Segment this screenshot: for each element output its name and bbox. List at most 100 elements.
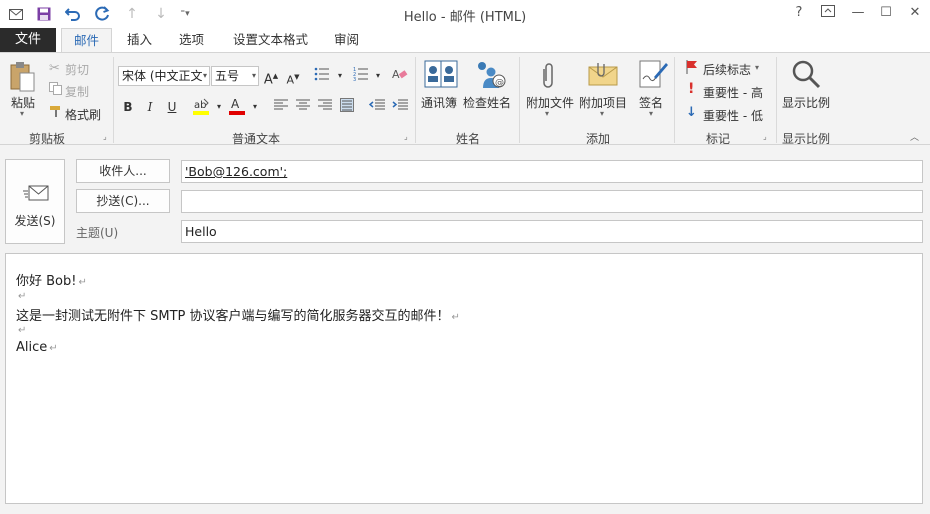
paste-dropdown-icon[interactable]: ▾ [20, 109, 24, 118]
svg-text:ab: ab [194, 100, 206, 111]
paste-icon[interactable] [9, 61, 37, 96]
low-importance-button[interactable]: 重要性 - 低 [703, 107, 763, 124]
signature-icon [638, 59, 668, 92]
chevron-down-icon[interactable]: ▾ [545, 109, 549, 118]
chevron-down-icon[interactable]: ▾ [755, 63, 759, 72]
grow-font-icon[interactable]: A▲ [262, 67, 280, 87]
address-book-button[interactable]: 通讯簿 [421, 94, 457, 111]
close-button[interactable]: ✕ [905, 5, 925, 23]
separator [113, 57, 114, 143]
paragraph-mark: ↵ [49, 343, 58, 354]
to-field[interactable]: 'Bob@126.com'; [181, 160, 923, 183]
tab-options[interactable]: 选项 [173, 28, 210, 52]
help-button[interactable]: ? [789, 5, 809, 23]
cc-button[interactable]: 抄送(C)... [76, 189, 170, 213]
attach-file-button[interactable]: 附加文件 [526, 94, 574, 111]
paragraph-mark: ↵ [78, 277, 87, 288]
svg-text:3: 3 [353, 77, 356, 81]
title-bar: ↑ ↓ ⁼▾ Hello - 邮件 (HTML) ? — ☐ ✕ [0, 0, 930, 28]
group-label-zoom: 显示比例 [781, 132, 830, 146]
subject-label: 主题(U) [76, 226, 119, 240]
decrease-indent-icon[interactable] [368, 98, 386, 116]
increase-indent-icon[interactable] [391, 98, 409, 116]
low-importance-icon: ↓ [686, 105, 697, 120]
numbering-icon[interactable]: 123 [352, 67, 370, 85]
svg-text:A: A [231, 97, 240, 111]
align-right-icon[interactable] [316, 98, 334, 116]
paperclip-icon [540, 61, 556, 94]
chevron-down-icon[interactable]: ▾ [210, 98, 228, 116]
body-line: ↵ [16, 288, 26, 303]
format-painter-button[interactable]: 格式刷 [65, 106, 101, 123]
font-name-value: 宋体 (中文正文 [122, 69, 203, 83]
check-names-icon: @ [473, 59, 507, 92]
ribbon-tabs: 文件 邮件 插入 选项 设置文本格式 审阅 [0, 28, 930, 53]
paragraph-mark: ↵ [451, 312, 460, 323]
copy-icon [49, 82, 62, 98]
message-body[interactable]: 你好 Bob! ↵ ↵ 这是一封测试无附件下 SMTP 协议客户端与编写的简化服务… [5, 253, 923, 504]
group-label-include: 添加 [585, 132, 610, 146]
tab-format-text[interactable]: 设置文本格式 [227, 28, 314, 52]
check-names-button[interactable]: 检查姓名 [463, 94, 511, 111]
tab-file[interactable]: 文件 [0, 28, 56, 52]
body-line: Alice ↵ [16, 340, 58, 355]
chevron-down-icon[interactable]: ▾ [600, 109, 604, 118]
shrink-font-icon[interactable]: A▼ [284, 68, 302, 87]
font-size-value: 五号 [215, 69, 240, 83]
underline-button[interactable]: U [163, 98, 181, 116]
body-line: 你好 Bob! ↵ [16, 270, 87, 289]
align-center-icon[interactable] [294, 98, 312, 116]
send-label: 发送(S) [14, 214, 56, 228]
bold-button[interactable]: B [119, 98, 137, 116]
magnifier-icon [791, 59, 821, 92]
basic-text-launcher-icon[interactable]: ⌟ [404, 133, 412, 141]
high-importance-icon: ! [688, 81, 695, 97]
zoom-button[interactable]: 显示比例 [782, 94, 830, 111]
italic-button[interactable]: I [141, 98, 159, 116]
maximize-button[interactable]: ☐ [876, 5, 896, 23]
body-line: ↵ [16, 322, 26, 337]
minimize-button[interactable]: — [848, 5, 868, 23]
justify-icon[interactable] [338, 98, 356, 116]
high-importance-button[interactable]: 重要性 - 高 [703, 84, 763, 101]
collapse-ribbon-icon[interactable]: ︿ [910, 130, 919, 143]
address-book-icon [424, 59, 458, 92]
highlight-icon[interactable]: ab [192, 96, 210, 115]
bullets-icon[interactable] [313, 67, 331, 85]
tab-insert[interactable]: 插入 [121, 28, 158, 52]
tab-review[interactable]: 审阅 [328, 28, 365, 52]
copy-button[interactable]: 复制 [65, 83, 89, 100]
body-text: Alice [16, 340, 48, 355]
cc-field[interactable] [181, 190, 923, 213]
body-line: 这是一封测试无附件下 SMTP 协议客户端与编写的简化服务器交互的邮件！ ↵ [16, 305, 460, 324]
separator [415, 57, 416, 143]
to-button[interactable]: 收件人... [76, 159, 170, 183]
chevron-down-icon[interactable]: ▾ [649, 109, 653, 118]
group-label-names: 姓名 [455, 132, 480, 146]
chevron-down-icon[interactable]: ▾ [246, 98, 264, 116]
chevron-down-icon: ▾ [202, 71, 207, 80]
clear-formatting-icon[interactable]: A [391, 67, 409, 85]
send-button[interactable]: 发送(S) [5, 159, 65, 244]
align-left-icon[interactable] [272, 98, 290, 116]
chevron-down-icon[interactable]: ▾ [369, 67, 387, 85]
clipboard-launcher-icon[interactable]: ⌟ [103, 133, 111, 141]
separator [674, 57, 675, 143]
group-label-clipboard: 剪贴板 [28, 132, 65, 146]
paragraph-mark: ↵ [18, 325, 27, 336]
follow-up-button[interactable]: 后续标志 [703, 61, 751, 78]
font-size-combo[interactable]: 五号 ▾ [211, 66, 259, 86]
send-icon [23, 184, 49, 205]
cut-button[interactable]: 剪切 [65, 61, 89, 78]
body-text: 这是一封测试无附件下 SMTP 协议客户端与编写的简化服务器交互的邮件！ [16, 309, 450, 324]
svg-text:@: @ [495, 78, 504, 88]
tags-launcher-icon[interactable]: ⌟ [763, 133, 771, 141]
font-color-icon[interactable]: A [228, 96, 246, 115]
tab-message[interactable]: 邮件 [61, 28, 113, 53]
subject-field[interactable]: Hello [181, 220, 923, 243]
paragraph-mark: ↵ [18, 291, 27, 302]
ribbon-display-options-button[interactable] [818, 5, 838, 23]
chevron-down-icon[interactable]: ▾ [331, 67, 349, 85]
separator [776, 57, 777, 143]
font-name-combo[interactable]: 宋体 (中文正文 ▾ [118, 66, 210, 86]
